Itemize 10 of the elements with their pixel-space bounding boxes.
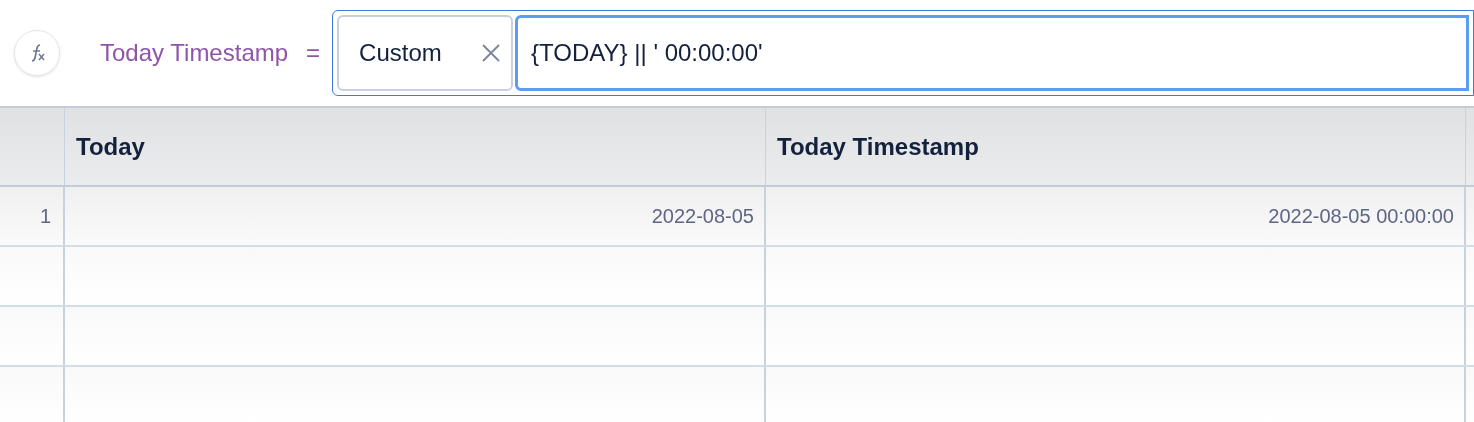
mode-chip[interactable]: Custom (337, 15, 514, 91)
formula-input[interactable]: {TODAY} || ' 00:00:00' (515, 15, 1469, 91)
column-header[interactable]: Today (76, 128, 145, 165)
column-header[interactable]: Today Timestamp (777, 128, 979, 165)
row-number: 1 (39, 204, 51, 229)
table-cell-text: 2022-08-05 (651, 204, 754, 229)
column-name: Today Timestamp (100, 38, 289, 68)
equals-sign: = (306, 38, 321, 68)
close-icon[interactable] (481, 43, 502, 63)
table-cell-text: 2022-08-05 00:00:00 (1268, 204, 1454, 229)
